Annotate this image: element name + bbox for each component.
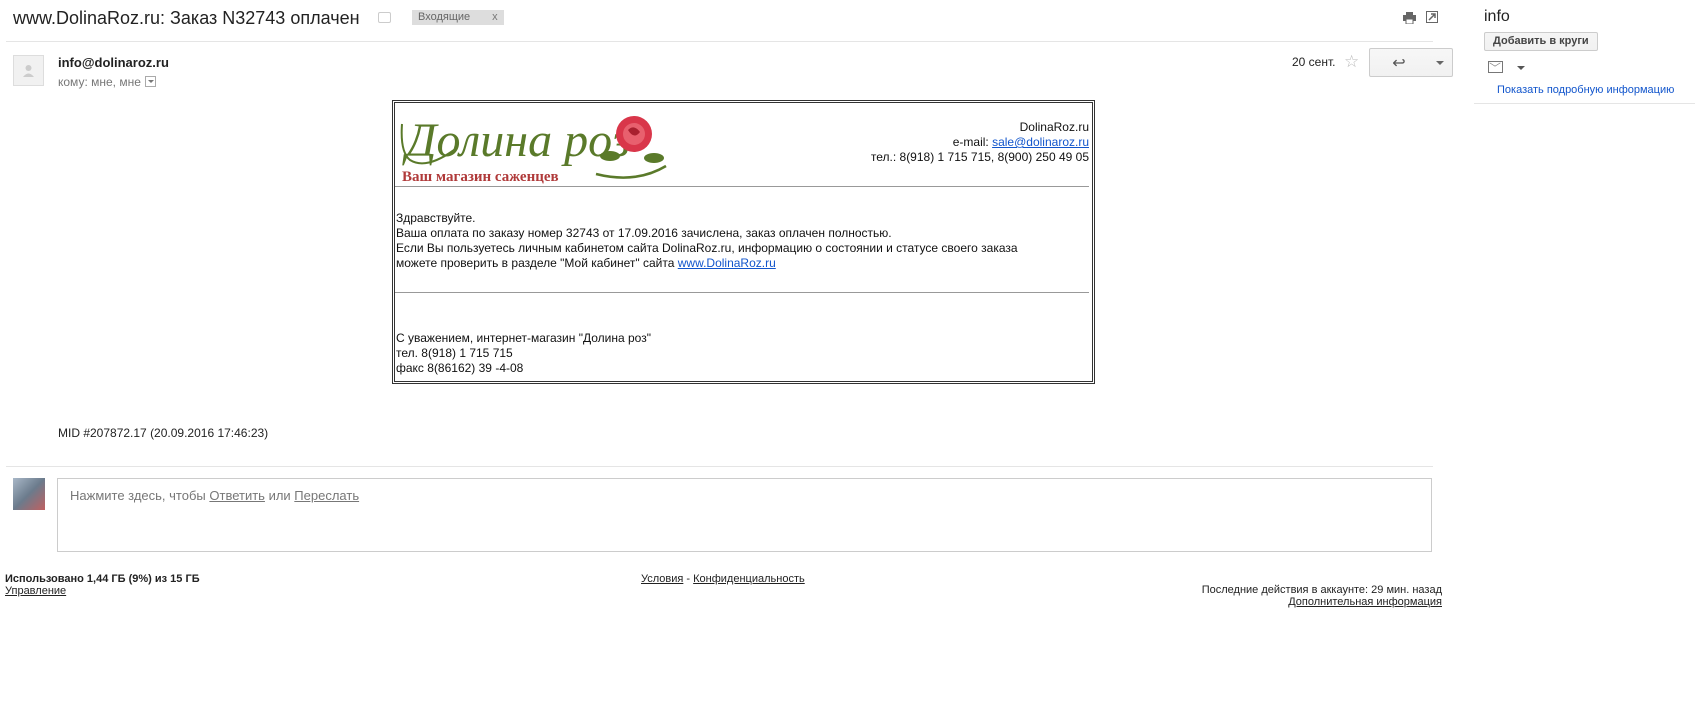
footer-links: Условия - Конфиденциальность xyxy=(641,573,805,585)
terms-link[interactable]: Условия xyxy=(641,573,683,585)
show-details-link[interactable]: Показать подробную информацию xyxy=(1497,84,1674,96)
reply-hint-prefix: Нажмите здесь, чтобы xyxy=(70,488,210,503)
recipient-details-dropdown-icon[interactable] xyxy=(144,76,156,87)
shop-email-link[interactable]: sale@dolinaroz.ru xyxy=(992,135,1089,149)
signature-line-1: С уважением, интернет-магазин "Долина ро… xyxy=(396,331,651,345)
user-avatar xyxy=(13,478,45,510)
shop-phones: тел.: 8(918) 1 715 715, 8(900) 250 49 05 xyxy=(870,150,1089,164)
signature-line-3: факс 8(86162) 39 -4-08 xyxy=(396,361,524,375)
sender-avatar[interactable] xyxy=(13,55,44,86)
reply-hint[interactable]: Нажмите здесь, чтобы Ответить или Пересл… xyxy=(70,488,359,503)
shop-contacts: DolinaRoz.ru e-mail: sale@dolinaroz.ru т… xyxy=(800,120,1089,165)
email-subject: www.DolinaRoz.ru: Заказ N32743 оплачен xyxy=(13,8,360,28)
message-line-3-text: можете проверить в разделе "Мой кабинет"… xyxy=(396,256,678,270)
logo-subtitle: Ваш магазин саженцев xyxy=(402,169,559,185)
header-divider xyxy=(6,41,1433,42)
footer-separator: - xyxy=(683,573,694,585)
logo-title: Долина роз xyxy=(402,114,630,167)
message-date: 20 сент. xyxy=(1292,55,1336,69)
last-activity: Последние действия в аккаунте: 29 мин. н… xyxy=(1201,584,1442,596)
add-to-circles-button[interactable]: Добавить в круги xyxy=(1484,32,1598,51)
letter-message: Здравствуйте. Ваша оплата по заказу номе… xyxy=(396,211,1018,271)
star-icon[interactable]: ☆ xyxy=(1344,52,1359,72)
reply-link[interactable]: Ответить xyxy=(209,488,265,503)
site-link[interactable]: www.DolinaRoz.ru xyxy=(678,256,776,270)
print-icon[interactable] xyxy=(1403,12,1416,24)
privacy-link[interactable]: Конфиденциальность xyxy=(693,573,805,585)
mail-icon[interactable] xyxy=(1488,61,1503,73)
storage-quota: Использовано 1,44 ГБ (9%) из 15 ГБ xyxy=(5,573,200,585)
message-id: MID #207872.17 (20.09.2016 17:46:23) xyxy=(58,426,269,440)
dolina-roz-logo: Долина роз Ваш магазин саженцев xyxy=(400,114,667,185)
contact-name: info xyxy=(1484,8,1510,25)
label-chip-inbox[interactable]: Входящие x xyxy=(412,10,504,25)
manage-storage: Управление xyxy=(5,585,66,597)
label-name: Входящие xyxy=(418,11,471,23)
message-divider xyxy=(6,466,1433,467)
reply-hint-or: или xyxy=(264,488,295,503)
recipients-text: кому: мне, мне xyxy=(58,75,141,89)
greeting: Здравствуйте. xyxy=(396,211,476,225)
reply-arrow-icon: ↩ xyxy=(1392,54,1406,72)
letter-divider-top xyxy=(395,186,1089,187)
person-icon xyxy=(23,65,34,77)
open-new-window-icon[interactable] xyxy=(1426,11,1438,23)
sidebar-divider xyxy=(1474,103,1695,104)
signature-line-2: тел. 8(918) 1 715 715 xyxy=(396,346,513,360)
mail-dropdown-icon[interactable] xyxy=(1517,66,1525,70)
forward-link[interactable]: Переслать xyxy=(294,488,359,503)
more-actions-dropdown[interactable] xyxy=(1428,48,1453,77)
email-prefix: e-mail: xyxy=(952,135,993,149)
message-line-1: Ваша оплата по заказу номер 32743 от 17.… xyxy=(396,226,892,240)
recipients-line: кому: мне, мне xyxy=(58,75,156,89)
important-marker-icon[interactable] xyxy=(378,12,391,23)
activity-details-link[interactable]: Дополнительная информация xyxy=(1288,596,1442,608)
letter-divider-bottom xyxy=(395,292,1089,293)
sender-email[interactable]: info@dolinaroz.ru xyxy=(58,55,169,70)
shop-email-line: e-mail: sale@dolinaroz.ru xyxy=(800,135,1089,150)
manage-storage-link[interactable]: Управление xyxy=(5,585,66,597)
reply-button[interactable]: ↩ xyxy=(1369,48,1429,77)
message-line-3: можете проверить в разделе "Мой кабинет"… xyxy=(396,256,1018,271)
letter-signature: С уважением, интернет-магазин "Долина ро… xyxy=(396,331,651,376)
remove-label-icon[interactable]: x xyxy=(492,11,498,23)
activity-details: Дополнительная информация xyxy=(1150,596,1442,608)
message-line-2: Если Вы пользуетесь личным кабинетом сай… xyxy=(396,241,1018,255)
shop-site: DolinaRoz.ru xyxy=(1019,120,1089,134)
